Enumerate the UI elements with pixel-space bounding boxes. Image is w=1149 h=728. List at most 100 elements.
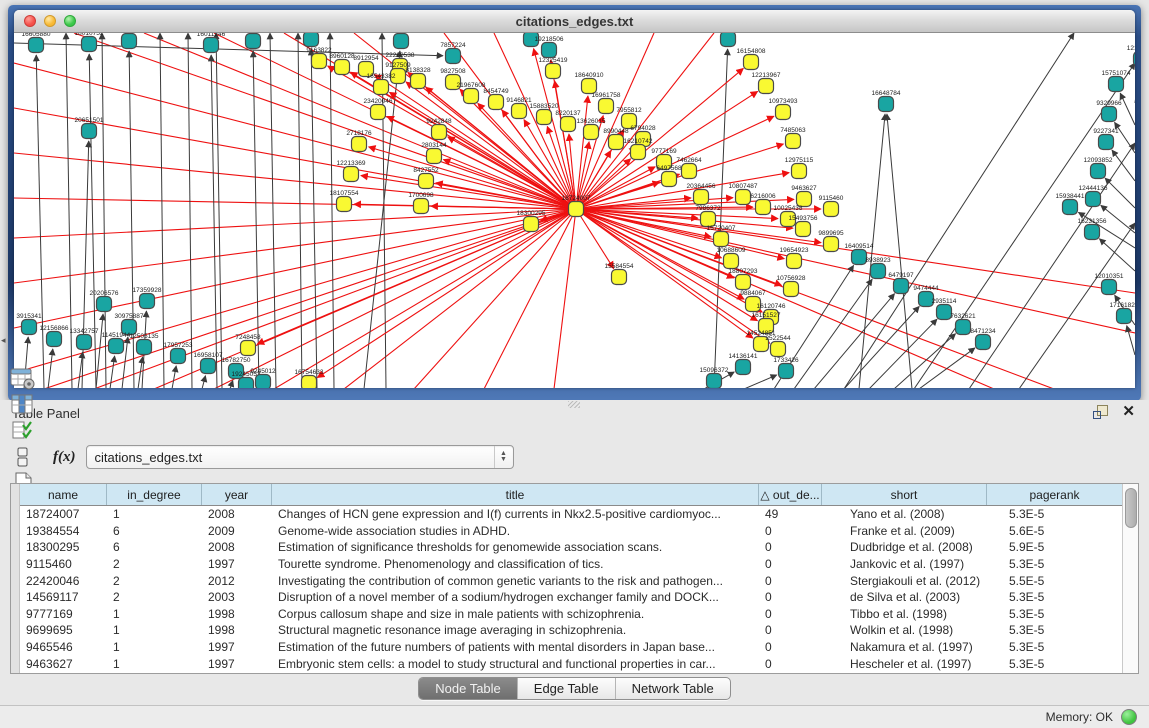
graph-node[interactable] bbox=[824, 237, 839, 252]
graph-node[interactable] bbox=[599, 99, 614, 114]
graph-node[interactable] bbox=[694, 190, 709, 205]
graph-node[interactable] bbox=[736, 190, 751, 205]
graph-node[interactable] bbox=[524, 217, 539, 232]
graph-node[interactable] bbox=[512, 104, 527, 119]
graph-node[interactable] bbox=[204, 38, 219, 53]
graph-node[interactable] bbox=[1102, 280, 1117, 295]
table-row[interactable]: 2242004622012Investigating the contribut… bbox=[20, 572, 1122, 589]
graph-node[interactable] bbox=[122, 34, 137, 49]
graph-node[interactable] bbox=[414, 199, 429, 214]
graph-node[interactable] bbox=[394, 34, 409, 49]
float-panel-icon[interactable] bbox=[1093, 405, 1108, 419]
graph-node[interactable] bbox=[894, 279, 909, 294]
graph-node[interactable] bbox=[724, 254, 739, 269]
column-header-year[interactable]: year bbox=[202, 484, 272, 505]
graph-node[interactable] bbox=[714, 232, 729, 247]
graph-node[interactable] bbox=[796, 222, 811, 237]
graph-node[interactable] bbox=[1134, 52, 1136, 67]
graph-node[interactable] bbox=[246, 34, 261, 49]
graph-node[interactable] bbox=[1109, 77, 1124, 92]
graph-node[interactable] bbox=[29, 38, 44, 53]
table-settings-icon[interactable] bbox=[10, 366, 36, 392]
graph-node[interactable] bbox=[239, 378, 254, 389]
graph-node[interactable] bbox=[1091, 164, 1106, 179]
graph-node[interactable] bbox=[937, 305, 952, 320]
graph-node[interactable] bbox=[171, 349, 186, 364]
graph-node[interactable] bbox=[446, 49, 461, 64]
graph-node[interactable] bbox=[784, 282, 799, 297]
graph-node[interactable] bbox=[47, 332, 62, 347]
graph-node[interactable] bbox=[879, 97, 894, 112]
graph-node[interactable] bbox=[1102, 107, 1117, 122]
close-window-icon[interactable] bbox=[24, 15, 36, 27]
graph-node[interactable] bbox=[302, 376, 317, 389]
graph-node[interactable] bbox=[432, 125, 447, 140]
tab-node-table[interactable]: Node Table bbox=[419, 678, 518, 699]
column-header-short[interactable]: short bbox=[822, 484, 987, 505]
graph-node[interactable] bbox=[352, 137, 367, 152]
graph-node[interactable] bbox=[82, 37, 97, 52]
graph-node[interactable] bbox=[140, 294, 155, 309]
graph-node[interactable] bbox=[77, 335, 92, 350]
tab-edge-table[interactable]: Edge Table bbox=[518, 678, 616, 699]
minimize-window-icon[interactable] bbox=[44, 15, 56, 27]
table-row[interactable]: 1456911722003Disruption of a novel membe… bbox=[20, 589, 1122, 606]
graph-node[interactable] bbox=[792, 164, 807, 179]
graph-node[interactable] bbox=[335, 60, 350, 75]
graph-node[interactable] bbox=[537, 110, 552, 125]
graph-node[interactable] bbox=[721, 33, 736, 47]
graph-node[interactable] bbox=[779, 364, 794, 379]
graph-node[interactable] bbox=[312, 54, 327, 69]
graph-node[interactable] bbox=[371, 105, 386, 120]
graph-node[interactable] bbox=[1117, 309, 1132, 324]
graph-node[interactable] bbox=[786, 134, 801, 149]
table-row[interactable]: 969969511998Structural magnetic resonanc… bbox=[20, 622, 1122, 639]
column-header-name[interactable]: name bbox=[20, 484, 107, 505]
column-header-in_degree[interactable]: in_degree bbox=[107, 484, 202, 505]
graph-node[interactable] bbox=[609, 135, 624, 150]
graph-node[interactable] bbox=[824, 202, 839, 217]
graph-node[interactable] bbox=[411, 74, 426, 89]
zoom-window-icon[interactable] bbox=[64, 15, 76, 27]
graph-node[interactable] bbox=[337, 197, 352, 212]
cell-pair-icon[interactable] bbox=[10, 444, 36, 470]
graph-node[interactable] bbox=[561, 117, 576, 132]
graph-node[interactable] bbox=[374, 80, 389, 95]
table-row[interactable]: 1872400712008Changes of HCN gene express… bbox=[20, 506, 1122, 523]
graph-node[interactable] bbox=[569, 202, 584, 217]
graph-node[interactable] bbox=[256, 375, 271, 389]
table-row[interactable]: 946554611997Estimation of the future num… bbox=[20, 639, 1122, 656]
graph-node[interactable] bbox=[662, 172, 677, 187]
graph-node[interactable] bbox=[82, 124, 97, 139]
graph-node[interactable] bbox=[852, 250, 867, 265]
table-column-icon[interactable] bbox=[10, 392, 36, 418]
table-row[interactable]: 1938455462009Genome-wide association stu… bbox=[20, 523, 1122, 540]
graph-node[interactable] bbox=[744, 55, 759, 70]
network-graph[interactable]: 1872400718300295916382289601288912954222… bbox=[14, 33, 1135, 388]
vertical-scrollbar[interactable] bbox=[1122, 484, 1138, 673]
function-builder-icon[interactable]: f(x) bbox=[53, 449, 76, 466]
graph-node[interactable] bbox=[97, 297, 112, 312]
graph-node[interactable] bbox=[631, 145, 646, 160]
graph-node[interactable] bbox=[1086, 192, 1101, 207]
graph-node[interactable] bbox=[464, 89, 479, 104]
panel-collapse-handle-icon[interactable]: ◂ bbox=[1, 335, 6, 346]
graph-node[interactable] bbox=[1085, 225, 1100, 240]
graph-node[interactable] bbox=[546, 64, 561, 79]
graph-node[interactable] bbox=[584, 125, 599, 140]
graph-node[interactable] bbox=[1099, 135, 1114, 150]
column-header-title[interactable]: title bbox=[272, 484, 759, 505]
graph-node[interactable] bbox=[137, 340, 152, 355]
table-check-icon[interactable] bbox=[10, 418, 36, 444]
graph-node[interactable] bbox=[344, 167, 359, 182]
graph-node[interactable] bbox=[542, 43, 557, 58]
table-selector-dropdown[interactable]: citations_edges.txt ▲▼ bbox=[86, 445, 514, 469]
scrollbar-thumb[interactable] bbox=[1125, 488, 1137, 528]
table-row[interactable]: 977716911998Corpus callosum shape and si… bbox=[20, 606, 1122, 623]
graph-node[interactable] bbox=[976, 335, 991, 350]
network-canvas[interactable]: 1872400718300295916382289601288912954222… bbox=[14, 33, 1135, 388]
graph-node[interactable] bbox=[304, 33, 319, 47]
column-header-pagerank[interactable]: pagerank bbox=[987, 484, 1122, 505]
graph-node[interactable] bbox=[956, 320, 971, 335]
graph-node[interactable] bbox=[427, 149, 442, 164]
